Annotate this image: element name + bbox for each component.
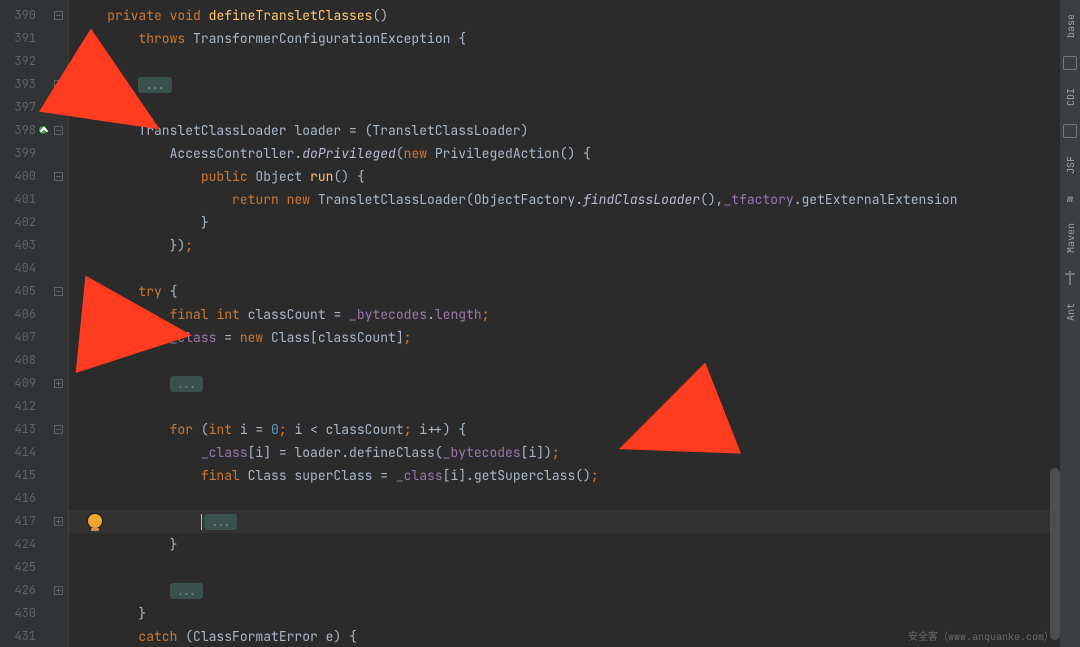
code-line[interactable]: } bbox=[68, 211, 1060, 234]
code-line[interactable]: } bbox=[68, 533, 1060, 556]
fold-toggle-icon[interactable] bbox=[54, 379, 63, 388]
line-number[interactable]: 415 bbox=[0, 464, 48, 487]
cdi-icon[interactable] bbox=[1063, 56, 1077, 70]
code-line[interactable]: } bbox=[68, 602, 1060, 625]
line-number[interactable]: 393 bbox=[0, 73, 48, 96]
code-line[interactable]: return new TransletClassLoader(ObjectFac… bbox=[68, 188, 1060, 211]
line-number[interactable]: 407 bbox=[0, 326, 48, 349]
code-line[interactable]: ... bbox=[68, 579, 1060, 602]
fold-toggle-icon[interactable] bbox=[54, 287, 63, 296]
fold-column[interactable] bbox=[48, 0, 68, 647]
code-line[interactable] bbox=[68, 349, 1060, 372]
text-caret bbox=[201, 514, 202, 530]
fold-toggle-icon[interactable] bbox=[54, 80, 63, 89]
line-number[interactable]: 431 bbox=[0, 625, 48, 647]
code-line[interactable]: AccessController.doPrivileged(new Privil… bbox=[68, 142, 1060, 165]
line-number[interactable]: 416 bbox=[0, 487, 48, 510]
line-number[interactable]: 414 bbox=[0, 441, 48, 464]
folded-region-chip[interactable]: ... bbox=[170, 583, 204, 599]
fold-toggle-icon[interactable] bbox=[54, 517, 63, 526]
code-line[interactable]: }); bbox=[68, 234, 1060, 257]
toolwindow-maven[interactable]: Maven bbox=[1064, 219, 1077, 257]
code-line[interactable]: TransletClassLoader loader = (TransletCl… bbox=[68, 119, 1060, 142]
ant-icon[interactable] bbox=[1063, 271, 1077, 285]
code-line[interactable]: ... bbox=[68, 372, 1060, 395]
folded-region-chip[interactable]: ... bbox=[138, 77, 172, 93]
line-number[interactable]: 390 bbox=[0, 4, 48, 27]
code-line[interactable]: throws TransformerConfigurationException… bbox=[68, 27, 1060, 50]
line-number[interactable]: 426 bbox=[0, 579, 48, 602]
line-number[interactable]: 391 bbox=[0, 27, 48, 50]
code-line[interactable] bbox=[68, 50, 1060, 73]
line-number[interactable]: 430 bbox=[0, 602, 48, 625]
code-line[interactable]: final int classCount = _bytecodes.length… bbox=[68, 303, 1060, 326]
indent-guide bbox=[68, 0, 69, 647]
jsf-icon[interactable] bbox=[1063, 124, 1077, 138]
line-number[interactable]: 400 bbox=[0, 165, 48, 188]
code-line[interactable] bbox=[68, 96, 1060, 119]
line-number[interactable]: 397 bbox=[0, 96, 48, 119]
line-number[interactable]: 412 bbox=[0, 395, 48, 418]
line-number[interactable]: 392 bbox=[0, 50, 48, 73]
line-number[interactable]: 404 bbox=[0, 257, 48, 280]
code-line[interactable]: final Class superClass = _class[i].getSu… bbox=[68, 464, 1060, 487]
toolwindow-database[interactable]: base bbox=[1064, 10, 1077, 42]
right-tool-strip: base CDI JSF m Maven Ant bbox=[1060, 0, 1080, 647]
line-number[interactable]: 417 bbox=[0, 510, 48, 533]
code-editor[interactable]: 3903913923933973983994004014024034044054… bbox=[0, 0, 1060, 647]
scroll-thumb[interactable] bbox=[1050, 468, 1060, 640]
line-number-gutter[interactable]: 3903913923933973983994004014024034044054… bbox=[0, 0, 48, 647]
code-line[interactable] bbox=[68, 487, 1060, 510]
code-area[interactable]: private void defineTransletClasses() thr… bbox=[68, 0, 1060, 647]
maven-icon[interactable]: m bbox=[1067, 192, 1073, 205]
code-line[interactable]: try { bbox=[68, 280, 1060, 303]
line-number[interactable]: 424 bbox=[0, 533, 48, 556]
fold-toggle-icon[interactable] bbox=[54, 126, 63, 135]
fold-toggle-icon[interactable] bbox=[54, 11, 63, 20]
vertical-scrollbar[interactable] bbox=[1050, 0, 1060, 647]
override-gutter-icon[interactable] bbox=[38, 125, 48, 135]
code-line[interactable]: for (int i = 0; i < classCount; i++) { bbox=[68, 418, 1060, 441]
line-number[interactable]: 403 bbox=[0, 234, 48, 257]
line-number[interactable]: 406 bbox=[0, 303, 48, 326]
code-line[interactable] bbox=[68, 395, 1060, 418]
code-line[interactable]: _class[i] = loader.defineClass(_bytecode… bbox=[68, 441, 1060, 464]
code-line[interactable]: public Object run() { bbox=[68, 165, 1060, 188]
toolwindow-jsf[interactable]: JSF bbox=[1064, 152, 1077, 178]
line-number[interactable]: 401 bbox=[0, 188, 48, 211]
watermark-text: 安全客（www.anquanke.com） bbox=[908, 628, 1054, 643]
line-number[interactable]: 399 bbox=[0, 142, 48, 165]
code-line[interactable] bbox=[68, 556, 1060, 579]
line-number[interactable]: 408 bbox=[0, 349, 48, 372]
folded-region-chip[interactable]: ... bbox=[204, 514, 238, 530]
intention-bulb-icon[interactable] bbox=[88, 514, 102, 528]
code-line[interactable]: private void defineTransletClasses() bbox=[68, 4, 1060, 27]
line-number[interactable]: 409 bbox=[0, 372, 48, 395]
code-line[interactable]: ... bbox=[68, 73, 1060, 96]
line-number[interactable]: 402 bbox=[0, 211, 48, 234]
folded-region-chip[interactable]: ... bbox=[170, 376, 204, 392]
fold-toggle-icon[interactable] bbox=[54, 425, 63, 434]
fold-toggle-icon[interactable] bbox=[54, 586, 63, 595]
toolwindow-cdi[interactable]: CDI bbox=[1064, 84, 1077, 110]
code-line[interactable] bbox=[68, 257, 1060, 280]
line-number[interactable]: 405 bbox=[0, 280, 48, 303]
code-line[interactable]: ... bbox=[68, 510, 1060, 533]
line-number[interactable]: 425 bbox=[0, 556, 48, 579]
fold-toggle-icon[interactable] bbox=[54, 172, 63, 181]
toolwindow-ant[interactable]: Ant bbox=[1064, 299, 1077, 325]
code-line[interactable]: _class = new Class[classCount]; bbox=[68, 326, 1060, 349]
line-number[interactable]: 413 bbox=[0, 418, 48, 441]
